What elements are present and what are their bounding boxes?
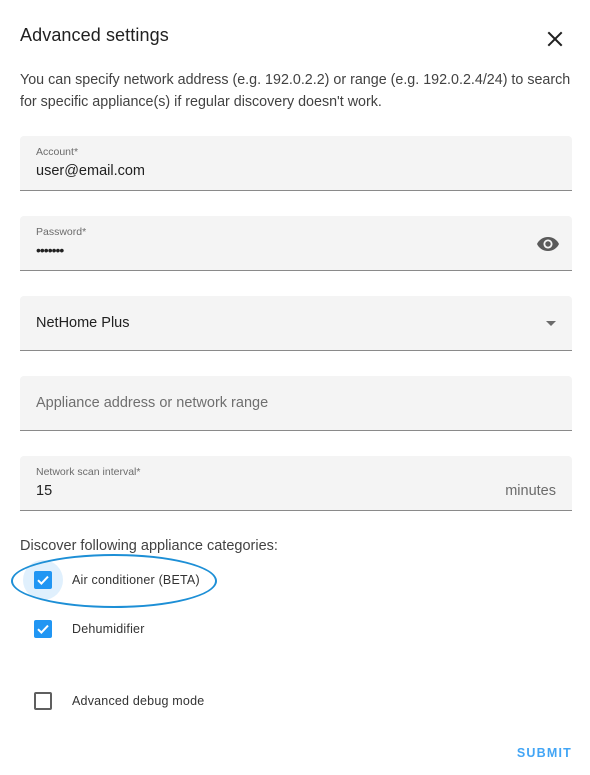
debug-mode-checkbox[interactable] [34, 692, 52, 710]
password-label: Password* [36, 226, 87, 238]
dialog-title: Advanced settings [20, 25, 169, 45]
dehumidifier-checkbox[interactable] [34, 620, 52, 638]
password-field[interactable]: Password* ••••••• [20, 216, 572, 271]
category-dehumidifier[interactable]: Dehumidifier [34, 619, 145, 639]
app-select-value: NetHome Plus [36, 315, 130, 331]
eye-icon[interactable] [536, 232, 560, 256]
scan-interval-label: Network scan interval* [36, 466, 141, 478]
debug-mode-label: Advanced debug mode [72, 694, 205, 708]
advanced-settings-dialog: Advanced settings You can specify networ… [0, 0, 590, 775]
close-button[interactable] [540, 24, 570, 54]
account-value[interactable]: user@email.com [36, 163, 145, 179]
chevron-down-icon [546, 321, 556, 326]
scan-interval-field[interactable]: Network scan interval* 15 minutes [20, 456, 572, 511]
password-value[interactable]: ••••••• [36, 242, 64, 258]
categories-label: Discover following appliance categories: [20, 538, 278, 554]
dehumidifier-label: Dehumidifier [72, 622, 145, 636]
submit-button[interactable]: SUBMIT [517, 746, 572, 760]
checkmark-icon [37, 624, 49, 635]
account-field[interactable]: Account* user@email.com [20, 136, 572, 191]
address-placeholder: Appliance address or network range [36, 395, 269, 411]
app-select[interactable]: NetHome Plus [20, 296, 572, 351]
scan-interval-value[interactable]: 15 [36, 483, 52, 499]
account-label: Account* [36, 146, 79, 158]
advanced-debug-mode[interactable]: Advanced debug mode [34, 691, 204, 711]
dialog-description: You can specify network address (e.g. 19… [20, 72, 571, 110]
close-icon [547, 31, 563, 47]
appliance-address-input[interactable]: Appliance address or network range [20, 376, 572, 431]
annotation-highlight-ellipse [11, 554, 217, 608]
scan-interval-suffix: minutes [505, 483, 556, 499]
